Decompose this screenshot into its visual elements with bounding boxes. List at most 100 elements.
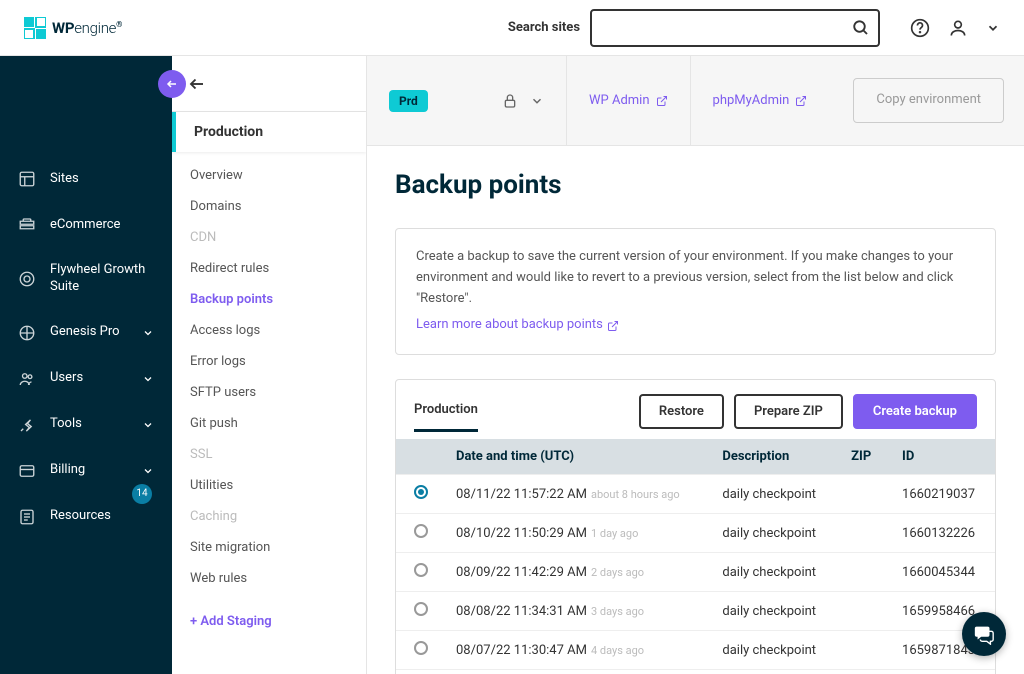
cell-description: daily checkpoint xyxy=(708,592,837,631)
sidebar-item-users[interactable]: Users xyxy=(0,356,172,402)
radio[interactable] xyxy=(414,485,428,499)
cell-datetime: 08/10/22 11:50:29 AM1 day ago xyxy=(442,514,708,553)
content-area: Prd WP Admin phpMyAdmin Copy environment… xyxy=(367,56,1024,674)
sidebar-item-ecommerce[interactable]: eCommerce xyxy=(0,202,172,248)
search-label: Search sites xyxy=(508,20,580,35)
account-chevron-icon[interactable] xyxy=(986,21,1000,35)
env-nav-access-logs[interactable]: Access logs xyxy=(172,315,366,346)
external-link-icon xyxy=(607,320,619,332)
arrow-left-icon xyxy=(188,75,206,93)
nav-icon xyxy=(18,508,36,526)
env-nav-utilities[interactable]: Utilities xyxy=(172,470,366,501)
phpmyadmin-link[interactable]: phpMyAdmin xyxy=(713,93,808,108)
environment-sidebar: Production OverviewDomainsCDNRedirect ru… xyxy=(172,56,367,674)
table-row[interactable]: 08/11/22 11:57:22 AMabout 8 hours ago da… xyxy=(396,475,995,514)
user-icon[interactable] xyxy=(948,18,968,38)
table-row[interactable]: 08/10/22 11:50:29 AM1 day ago daily chec… xyxy=(396,514,995,553)
cell-zip xyxy=(837,631,888,670)
chevron-down-icon xyxy=(142,373,154,385)
nav-icon xyxy=(18,216,36,234)
nav-icon xyxy=(18,170,36,188)
env-nav-redirect-rules[interactable]: Redirect rules xyxy=(172,253,366,284)
sidebar-item-label: eCommerce xyxy=(50,217,154,234)
cell-datetime: 08/09/22 11:42:29 AM2 days ago xyxy=(442,553,708,592)
primary-sidebar: Sites eCommerce Flywheel Growth Suite Genes… xyxy=(0,56,172,674)
col-id: ID xyxy=(888,439,995,475)
help-icon[interactable] xyxy=(910,18,930,38)
env-nav-cdn: CDN xyxy=(172,222,366,253)
env-nav-error-logs[interactable]: Error logs xyxy=(172,346,366,377)
env-nav-domains[interactable]: Domains xyxy=(172,191,366,222)
relative-time: 3 days ago xyxy=(591,605,644,618)
info-box: Create a backup to save the current vers… xyxy=(395,228,996,355)
col-zip: ZIP xyxy=(837,439,888,475)
cell-datetime: 08/06/22 11:37:02 AM5 days ago xyxy=(442,670,708,674)
create-backup-button[interactable]: Create backup xyxy=(853,394,977,429)
cell-datetime: 08/07/22 11:30:47 AM4 days ago xyxy=(442,631,708,670)
copy-environment-button[interactable]: Copy environment xyxy=(853,78,1004,122)
cell-zip xyxy=(837,475,888,514)
cell-description: daily checkpoint xyxy=(708,475,837,514)
restore-button[interactable]: Restore xyxy=(639,394,724,429)
env-badge: Prd xyxy=(389,90,428,112)
logo-text: WPengine® xyxy=(52,19,122,37)
cell-zip xyxy=(837,553,888,592)
lock-icon xyxy=(502,93,518,109)
col-description: Description xyxy=(708,439,837,475)
cell-id: 1659785818 xyxy=(888,670,995,674)
cell-datetime: 08/11/22 11:57:22 AMabout 8 hours ago xyxy=(442,475,708,514)
table-row[interactable]: 08/07/22 11:30:47 AM4 days ago daily che… xyxy=(396,631,995,670)
sidebar-item-genesis-pro[interactable]: Genesis Pro xyxy=(0,310,172,356)
relative-time: 1 day ago xyxy=(591,527,638,540)
radio[interactable] xyxy=(414,641,428,655)
top-header: WPengine® Search sites xyxy=(0,0,1024,56)
table-row[interactable]: 08/08/22 11:34:31 AM3 days ago daily che… xyxy=(396,592,995,631)
chevron-down-icon xyxy=(142,465,154,477)
badge: 14 xyxy=(132,484,152,504)
prepare-zip-button[interactable]: Prepare ZIP xyxy=(734,394,843,429)
sidebar-item-sites[interactable]: Sites xyxy=(0,156,172,202)
sidebar-item-label: Tools xyxy=(50,416,128,433)
back-button[interactable] xyxy=(172,56,366,112)
collapse-sidebar-button[interactable] xyxy=(158,70,186,98)
environment-header: Prd WP Admin phpMyAdmin Copy environment xyxy=(367,56,1024,146)
table-row[interactable]: 08/06/22 11:37:02 AM5 days ago daily che… xyxy=(396,670,995,674)
relative-time: 2 days ago xyxy=(591,566,644,579)
env-nav-backup-points[interactable]: Backup points xyxy=(172,284,366,315)
radio[interactable] xyxy=(414,602,428,616)
add-staging-button[interactable]: + Add Staging xyxy=(172,602,366,641)
environment-tab[interactable]: Production xyxy=(172,112,366,152)
env-nav-site-migration[interactable]: Site migration xyxy=(172,532,366,563)
radio[interactable] xyxy=(414,563,428,577)
backups-table: Date and time (UTC) Description ZIP ID 0… xyxy=(396,439,995,674)
cell-description: daily checkpoint xyxy=(708,553,837,592)
sidebar-item-resources[interactable]: Resources14 xyxy=(0,494,172,540)
sidebar-item-label: Billing xyxy=(50,462,128,479)
chevron-down-icon[interactable] xyxy=(530,94,544,108)
sidebar-item-flywheel-growth-suite[interactable]: Flywheel Growth Suite xyxy=(0,248,172,310)
cell-description: daily checkpoint xyxy=(708,514,837,553)
env-nav-git-push[interactable]: Git push xyxy=(172,408,366,439)
env-nav-web-rules[interactable]: Web rules xyxy=(172,563,366,594)
env-nav-overview[interactable]: Overview xyxy=(172,160,366,191)
sidebar-item-label: Genesis Pro xyxy=(50,324,128,341)
wpadmin-link[interactable]: WP Admin xyxy=(589,93,668,108)
sidebar-item-label: Resources xyxy=(50,508,154,525)
sidebar-item-tools[interactable]: Tools xyxy=(0,402,172,448)
radio[interactable] xyxy=(414,524,428,538)
cell-id: 1660219037 xyxy=(888,475,995,514)
page-title: Backup points xyxy=(395,170,996,200)
search-icon[interactable] xyxy=(852,19,870,37)
info-text: Create a backup to save the current vers… xyxy=(416,247,975,309)
arrow-left-icon xyxy=(166,78,178,90)
col-datetime: Date and time (UTC) xyxy=(442,439,708,475)
learn-more-link[interactable]: Learn more about backup points xyxy=(416,315,619,336)
search-input[interactable] xyxy=(600,20,852,36)
table-row[interactable]: 08/09/22 11:42:29 AM2 days ago daily che… xyxy=(396,553,995,592)
nav-icon xyxy=(18,370,36,388)
search-box[interactable] xyxy=(590,9,880,47)
chat-fab[interactable] xyxy=(962,612,1006,656)
env-nav-sftp-users[interactable]: SFTP users xyxy=(172,377,366,408)
tab-production[interactable]: Production xyxy=(414,402,478,432)
logo[interactable]: WPengine® xyxy=(24,17,122,39)
